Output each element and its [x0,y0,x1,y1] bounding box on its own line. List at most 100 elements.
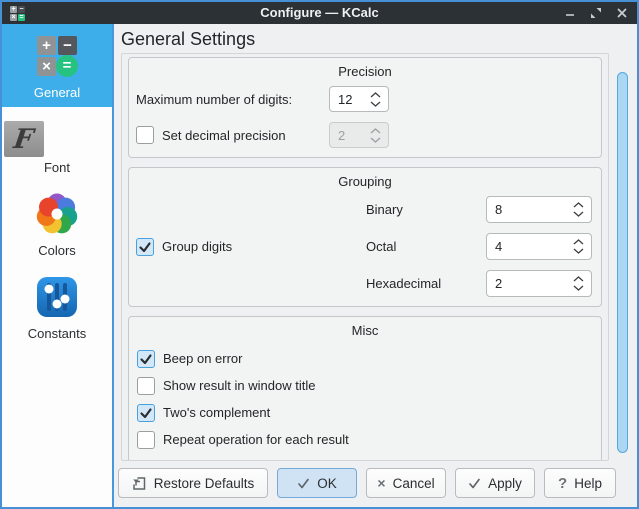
decimal-precision-value: 2 [338,128,364,143]
grouping-group: Grouping Group digits Binary [128,167,602,307]
checkmark-icon [139,406,153,420]
multiply-key-glyph: × [10,14,17,21]
hexadecimal-spinbox[interactable]: 2 [486,270,592,297]
set-decimal-precision-label: Set decimal precision [162,128,286,143]
max-digits-value: 12 [338,92,364,107]
help-question-icon: ? [558,475,567,492]
window-controls [563,6,629,20]
chevron-up-icon [370,128,381,134]
restore-icon[interactable] [589,6,603,20]
cancel-button[interactable]: × Cancel [366,468,446,498]
restore-defaults-button[interactable]: Restore Defaults [118,468,268,498]
apply-label: Apply [488,476,522,491]
calc-minus-tile: − [58,36,77,55]
twos-complement-checkbox[interactable] [137,404,155,422]
ok-button[interactable]: OK [277,468,357,498]
repeat-operation-checkbox[interactable] [137,431,155,449]
sidebar-item-font[interactable]: F Font [2,107,112,182]
apply-button[interactable]: Apply [455,468,535,498]
sidebar-item-label: General [4,85,110,100]
sidebar-item-colors[interactable]: Colors [2,182,112,265]
octal-spinbox[interactable]: 4 [486,233,592,260]
spinbox-arrows[interactable] [364,92,388,107]
help-button[interactable]: ? Help [544,468,616,498]
sidebar-item-label: Colors [4,243,110,258]
sidebar-item-constants[interactable]: Constants [2,265,112,348]
checkmark-icon [138,240,152,254]
decimal-precision-spinbox: 2 [329,122,389,148]
checkmark-icon [139,352,153,366]
chevron-down-icon [573,248,584,254]
main-content: General Settings Precision Maximum numbe… [114,24,637,507]
cancel-x-icon: × [377,475,385,491]
chevron-down-icon [370,137,381,143]
show-result-title-checkbox[interactable] [137,377,155,395]
hexadecimal-label: Hexadecimal [366,276,486,291]
group-digits-label: Group digits [162,239,232,254]
settings-scroll-area: Precision Maximum number of digits: 12 [121,53,609,461]
ok-check-icon [297,477,310,490]
repeat-operation-row: Repeat operation for each result [136,426,594,453]
spinbox-arrows[interactable] [567,276,591,291]
minimize-icon[interactable] [563,6,577,20]
show-result-title-label: Show result in window title [163,378,315,393]
beep-on-error-checkbox[interactable] [137,350,155,368]
configure-kcalc-window: + − × = Configure — KCalc [0,0,639,509]
font-glyph: F [12,124,36,155]
colors-icon [36,193,78,235]
beep-on-error-row: Beep on error [136,345,594,372]
restore-defaults-label: Restore Defaults [154,476,255,491]
chevron-down-icon [573,211,584,217]
spinbox-arrows[interactable] [567,202,591,217]
sidebar-item-label: Font [4,160,110,175]
equals-key-glyph: = [18,14,25,21]
ok-label: OK [317,476,337,491]
chevron-up-icon [573,239,584,245]
constants-icon [36,276,78,318]
page-title: General Settings [121,27,637,51]
chevron-up-icon [370,92,381,98]
repeat-operation-label: Repeat operation for each result [163,432,349,447]
calc-multiply-tile: × [37,57,56,76]
window-title: Configure — KCalc [2,2,637,24]
twos-complement-row: Two's complement [136,399,594,426]
precision-group-title: Precision [136,64,594,79]
precision-group: Precision Maximum number of digits: 12 [128,57,602,158]
chevron-up-icon [573,202,584,208]
close-icon[interactable] [615,6,629,20]
show-result-title-row: Show result in window title [136,372,594,399]
sidebar: + − × = General F Font [2,24,114,507]
group-digits-checkbox[interactable] [136,238,154,256]
spinbox-arrows[interactable] [567,239,591,254]
titlebar[interactable]: + − × = Configure — KCalc [2,2,637,24]
calculator-icon: + − × = [36,35,78,77]
dialog-button-row: Restore Defaults OK × Cancel Apply [118,468,617,498]
beep-on-error-label: Beep on error [163,351,243,366]
twos-complement-label: Two's complement [163,405,270,420]
vertical-scrollbar-thumb[interactable] [617,72,628,453]
max-digits-spinbox[interactable]: 12 [329,86,389,112]
font-icon: F [4,121,44,157]
restore-defaults-icon [132,476,147,491]
sidebar-item-label: Constants [4,326,110,341]
calc-equals-tile: = [56,55,78,77]
apply-check-icon [468,477,481,490]
minus-key-glyph: − [18,6,25,13]
binary-value: 8 [495,202,567,217]
binary-spinbox[interactable]: 8 [486,196,592,223]
sidebar-item-general[interactable]: + − × = General [2,24,112,107]
spinbox-arrows [364,128,388,143]
grouping-group-title: Grouping [136,174,594,189]
octal-label: Octal [366,239,486,254]
chevron-up-icon [573,276,584,282]
calc-plus-tile: + [37,36,56,55]
plus-key-glyph: + [10,6,17,13]
binary-label: Binary [366,202,486,217]
set-decimal-precision-checkbox[interactable] [136,126,154,144]
misc-group: Misc Beep on error Show result in window… [128,316,602,461]
kcalc-app-icon: + − × = [10,5,26,21]
hexadecimal-value: 2 [495,276,567,291]
chevron-down-icon [573,285,584,291]
chevron-down-icon [370,101,381,107]
cancel-label: Cancel [393,476,435,491]
